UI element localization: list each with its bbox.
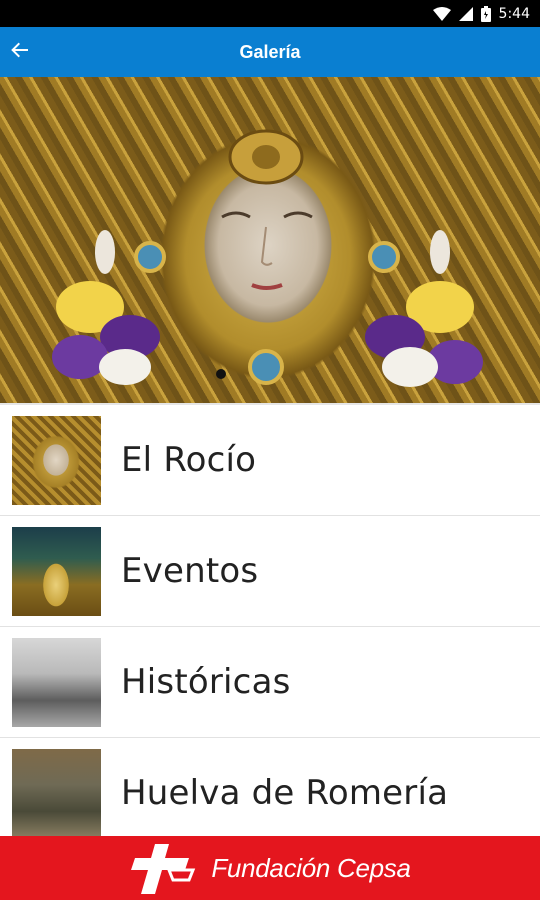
list-item-label: Huelva de Romería bbox=[121, 773, 449, 813]
footer-banner[interactable]: Fundación Cepsa bbox=[0, 836, 540, 900]
app-bar: Galería bbox=[0, 27, 540, 77]
list-item-eventos[interactable]: Eventos bbox=[0, 516, 540, 627]
wifi-icon bbox=[432, 6, 451, 21]
list-item-historicas[interactable]: Históricas bbox=[0, 627, 540, 738]
carousel-page-indicator bbox=[216, 369, 226, 379]
huelva-de-romeria-thumbnail bbox=[12, 748, 101, 836]
eventos-thumbnail bbox=[12, 526, 101, 616]
list-item-el-rocio[interactable]: El Rocío bbox=[0, 405, 540, 516]
hero-image-carousel[interactable] bbox=[0, 77, 540, 403]
list-item-label: Eventos bbox=[121, 551, 259, 591]
battery-icon bbox=[480, 5, 491, 22]
page-title: Galería bbox=[239, 41, 301, 62]
back-button[interactable] bbox=[8, 40, 32, 64]
status-bar: 5:44 bbox=[0, 0, 540, 27]
historicas-thumbnail bbox=[12, 637, 101, 727]
list-item-huelva-de-romeria[interactable]: Huelva de Romería bbox=[0, 738, 540, 836]
signal-icon bbox=[458, 6, 473, 21]
el-rocio-thumbnail bbox=[12, 415, 101, 505]
footer-brand-text: Fundación Cepsa bbox=[211, 852, 411, 883]
status-time: 5:44 bbox=[498, 5, 530, 22]
arrow-left-icon bbox=[10, 40, 30, 65]
list-item-label: Históricas bbox=[121, 662, 291, 702]
hero-image bbox=[52, 129, 483, 387]
list-item-label: El Rocío bbox=[121, 440, 257, 480]
gallery-list: El Rocío Eventos Históricas Huelva de Ro… bbox=[0, 403, 540, 836]
cepsa-logo-icon bbox=[129, 840, 199, 896]
